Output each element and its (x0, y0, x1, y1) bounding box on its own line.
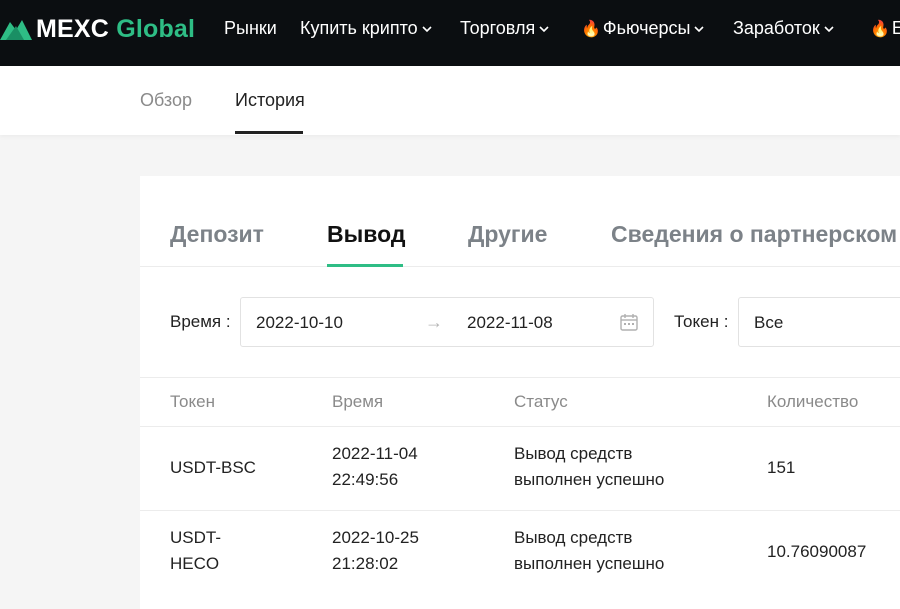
date-to[interactable]: 2022-11-08 (467, 313, 553, 333)
row-status: Вывод средств выполнен успешно (514, 528, 665, 573)
arrow-right-icon: → (425, 312, 443, 332)
row-token: USDT- HECO (170, 528, 221, 573)
table-top-divider (140, 377, 900, 378)
row-token: USDT-BSC (170, 458, 256, 477)
column-header-time: Время (332, 392, 384, 411)
row-time: 2022-10-25 21:28:02 (332, 528, 419, 573)
column-header-amount: Количество (767, 392, 859, 411)
row-amount: 151 (767, 458, 796, 477)
column-header-status: Статус (514, 392, 568, 411)
tab-partner-info[interactable]: Сведения о партнерском п (611, 221, 900, 248)
logo-brand: MEXC (36, 14, 110, 43)
nav-futures[interactable]: 🔥 Фьючерсы (581, 18, 705, 39)
time-filter-label: Время : (170, 312, 231, 331)
chevron-down-icon (422, 25, 432, 32)
tab-deposit[interactable]: Депозит (170, 221, 264, 248)
tab-overview[interactable]: Обзор (140, 90, 192, 111)
token-filter-label: Токен : (674, 312, 729, 331)
top-navbar: MEXC Global Рынки Купить крипто Торговля… (0, 0, 900, 66)
row-status: Вывод средств выполнен успешно (514, 444, 665, 489)
date-range-picker[interactable]: 2022-10-10 → 2022-11-08 (240, 297, 654, 347)
nav-trade-label: Торговля (460, 18, 536, 38)
mexc-logo[interactable]: MEXC Global (0, 14, 195, 44)
date-from[interactable]: 2022-10-10 (256, 313, 343, 333)
table-row[interactable]: USDT-BSC 2022-11-04 22:49:56 Вывод средст… (140, 427, 900, 511)
logo-suffix: Global (116, 14, 196, 43)
sub-navbar: Обзор История (0, 66, 900, 135)
mexc-logo-icon (0, 20, 32, 40)
nav-buy-crypto[interactable]: Купить крипто (300, 18, 432, 39)
history-card: Депозит Вывод Другие Сведения о партнерс… (140, 176, 900, 609)
token-select[interactable]: Все (738, 297, 900, 347)
token-select-value: Все (754, 313, 784, 332)
active-tab-underline (235, 131, 303, 134)
nav-more[interactable]: 🔥 E (870, 18, 900, 39)
table-row[interactable]: USDT- HECO 2022-10-25 21:28:02 Вывод средс… (140, 511, 900, 595)
nav-futures-label: Фьючерсы (602, 18, 691, 38)
nav-earn-label: Заработок (733, 18, 820, 38)
fire-icon: 🔥 (581, 20, 601, 38)
nav-markets[interactable]: Рынки (224, 18, 277, 39)
tab-other[interactable]: Другие (468, 221, 547, 248)
tabs-divider (140, 266, 900, 267)
tab-history[interactable]: История (235, 90, 305, 111)
row-amount: 10.76090087 (767, 542, 867, 561)
chevron-down-icon (694, 25, 705, 32)
active-type-underline (327, 264, 403, 267)
nav-trade[interactable]: Торговля (460, 18, 549, 39)
chevron-down-icon (824, 25, 834, 32)
fire-icon: 🔥 (870, 20, 890, 38)
calendar-icon[interactable] (619, 312, 639, 332)
nav-markets-label: Рынки (224, 18, 277, 38)
chevron-down-icon (539, 25, 549, 32)
tab-withdraw[interactable]: Вывод (327, 221, 405, 248)
nav-earn[interactable]: Заработок (733, 18, 834, 39)
row-time: 2022-11-04 22:49:56 (332, 444, 418, 489)
nav-buy-crypto-label: Купить крипто (300, 18, 418, 38)
column-header-token: Токен (170, 392, 215, 411)
nav-more-label: E (891, 18, 900, 38)
